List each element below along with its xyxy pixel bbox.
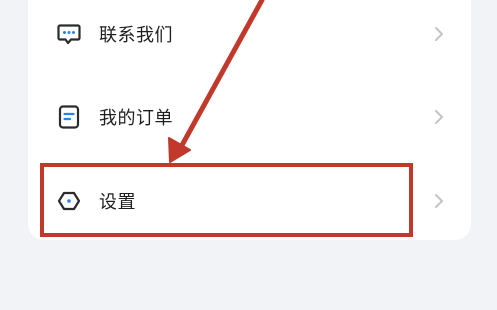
chevron-right-icon — [433, 26, 445, 42]
order-list-icon — [56, 104, 82, 130]
hexagon-settings-icon — [56, 188, 82, 214]
menu-item-settings[interactable]: 设置 — [28, 171, 471, 231]
menu-item-contact-us[interactable]: 联系我们 — [28, 4, 471, 64]
menu-item-label: 我的订单 — [99, 108, 173, 129]
chevron-right-icon — [433, 193, 445, 209]
menu-item-label: 设置 — [99, 192, 136, 213]
menu-item-my-orders[interactable]: 我的订单 — [28, 87, 471, 147]
chevron-right-icon — [433, 109, 445, 125]
menu-item-label: 联系我们 — [99, 25, 173, 46]
chat-bubble-icon — [56, 21, 82, 47]
